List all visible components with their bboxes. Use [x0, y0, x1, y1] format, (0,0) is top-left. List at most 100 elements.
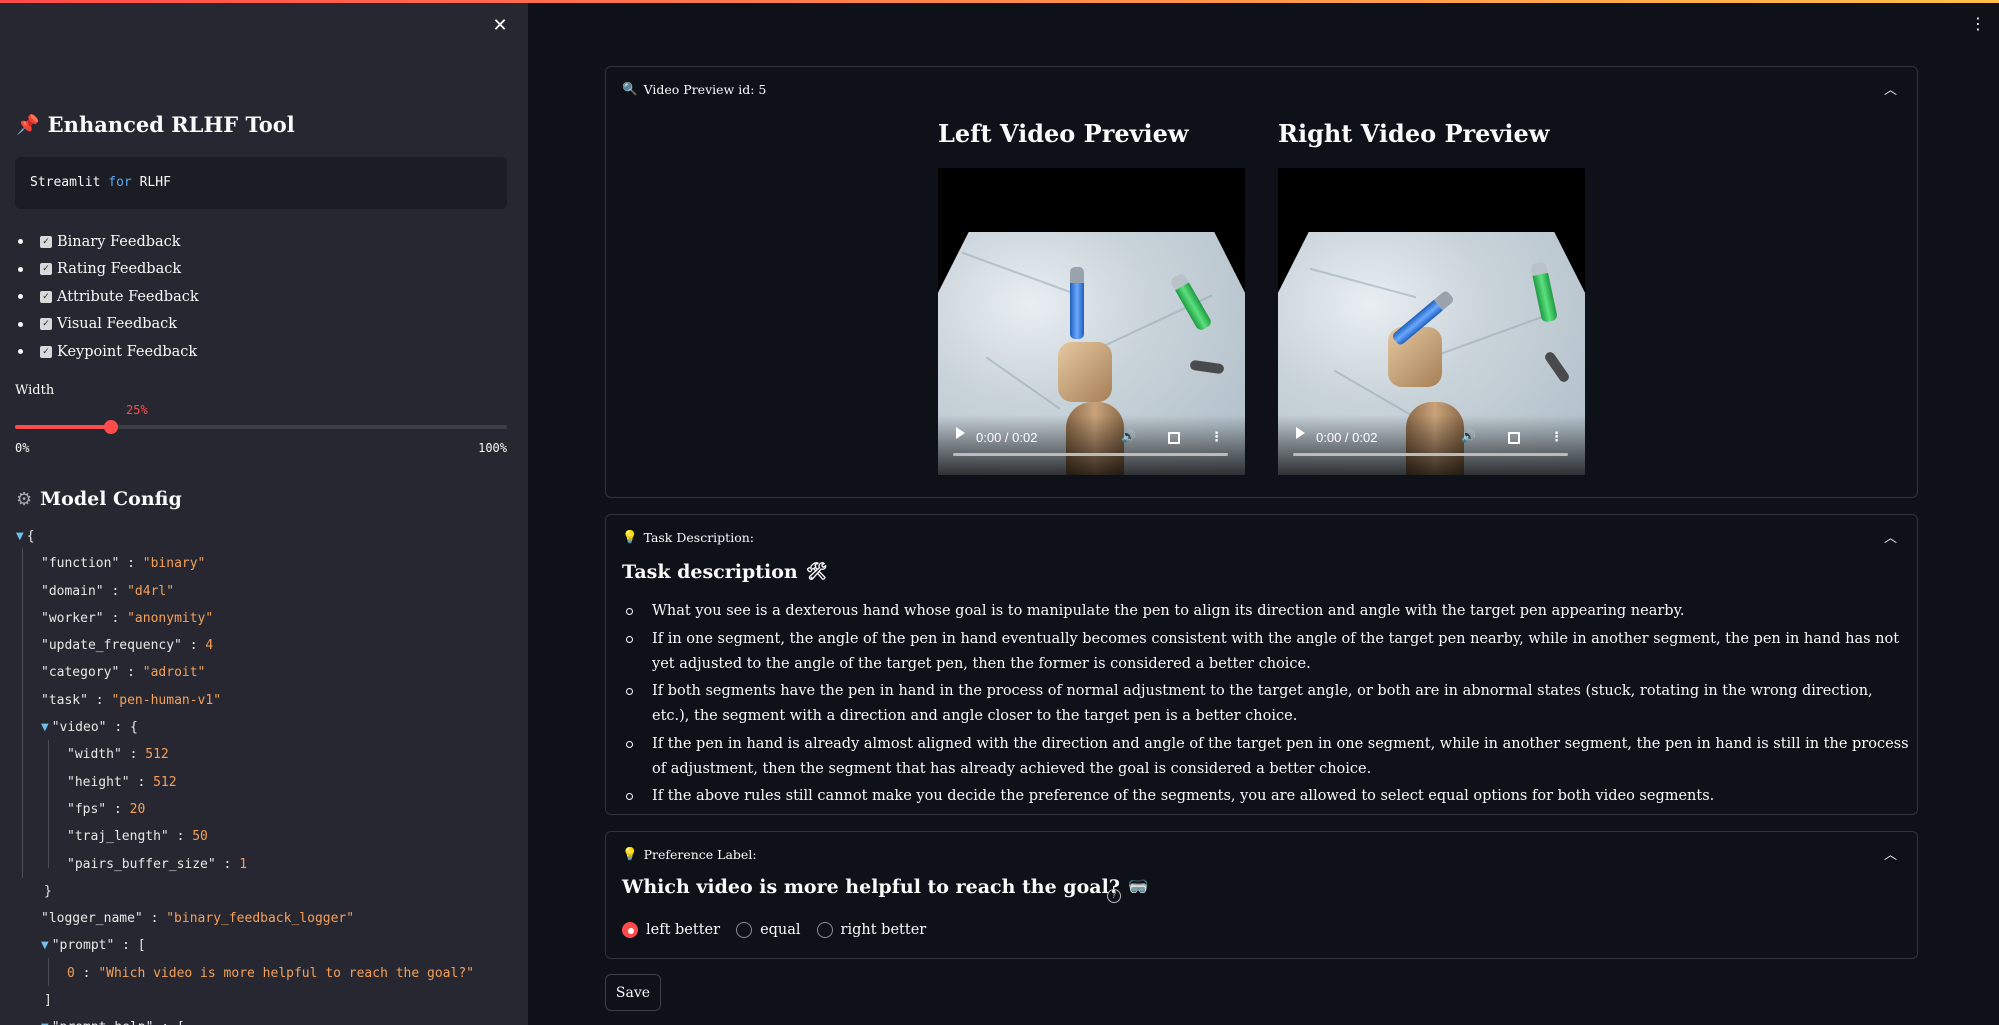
code-keyword: for	[108, 175, 132, 190]
collapse-triangle-icon[interactable]: ▼	[41, 1014, 49, 1025]
pref-panel-header-text: Preference Label:	[643, 846, 757, 862]
json-line: "category" : "adroit"	[41, 665, 206, 681]
fullscreen-icon[interactable]	[1168, 432, 1180, 444]
radio-right-better[interactable]: right better	[816, 922, 926, 938]
json-line: ▼ "prompt" : [	[16, 932, 474, 959]
fullscreen-icon[interactable]	[1508, 432, 1520, 444]
task-title: Task description 🛠	[622, 561, 827, 583]
checkbox[interactable]: ✓	[40, 290, 52, 303]
task-rule-item: If the pen in hand is already almost ali…	[624, 732, 1912, 782]
question-circle-icon[interactable]: ?	[1107, 889, 1121, 903]
json-line: ]	[44, 993, 52, 1009]
feature-label: Binary Feedback	[57, 233, 181, 250]
checkbox[interactable]: ✓	[40, 318, 52, 331]
width-slider-fill	[15, 425, 111, 429]
video-panel-header[interactable]: 🔍 Video Preview id: 5	[622, 81, 766, 97]
lightbulb-icon: 💡	[622, 846, 638, 861]
volume-icon[interactable]: 🔊	[1461, 429, 1476, 443]
json-line: }	[44, 883, 52, 899]
radio-button[interactable]	[736, 922, 753, 938]
chevron-up-icon[interactable]: ︿	[1884, 844, 1897, 863]
pen-shadow	[1189, 359, 1225, 375]
checkbox[interactable]: ✓	[40, 263, 52, 276]
feature-item: ✓ Binary Feedback	[16, 228, 199, 256]
json-line: "logger_name" : "binary_feedback_logger"	[41, 911, 355, 927]
json-line: ▼{	[16, 523, 474, 550]
collapse-triangle-icon[interactable]: ▼	[41, 714, 49, 741]
task-rule-item: If both segments have the pen in hand in…	[624, 679, 1912, 729]
video-time: 0:00 / 0:02	[1316, 430, 1378, 445]
sidebar-title: 📌 Enhanced RLHF Tool	[16, 112, 295, 137]
feature-item: ✓ Keypoint Feedback	[16, 338, 199, 366]
sidebar-title-text: Enhanced RLHF Tool	[47, 112, 295, 137]
task-panel-header[interactable]: 💡 Task Description:	[622, 529, 754, 545]
json-line: ▼"prompt_help" : [	[16, 1014, 474, 1025]
feature-item: ✓ Rating Feedback	[16, 256, 199, 284]
task-panel-header-text: Task Description:	[643, 529, 754, 545]
width-slider-value: 25%	[126, 403, 148, 417]
radio-button[interactable]	[816, 922, 833, 938]
json-line: "fps" : 20	[67, 801, 146, 817]
collapse-triangle-icon[interactable]: ▼	[16, 523, 24, 550]
right-video-player[interactable]: 0:00 / 0:02 🔊 ⋮	[1278, 168, 1585, 475]
kebab-menu-icon[interactable]: ⋮	[1970, 13, 1986, 35]
video-controls: 0:00 / 0:02 🔊 ⋮	[1278, 415, 1585, 475]
video-progress-bar[interactable]	[1293, 453, 1568, 456]
volume-icon[interactable]: 🔊	[1121, 429, 1136, 443]
video-panel-header-text: Video Preview id: 5	[643, 81, 767, 97]
more-options-icon[interactable]: ⋮	[1210, 430, 1223, 445]
code-word: RLHF	[139, 175, 171, 190]
marble-vein	[961, 251, 1075, 295]
width-slider-thumb[interactable]	[103, 420, 118, 434]
bullet	[18, 321, 23, 327]
preference-radio-group: left better equal right better	[622, 922, 926, 938]
sidebar: ✕ 📌 Enhanced RLHF Tool Streamlit for RLH…	[0, 0, 528, 1025]
json-line: "function" : "binary"	[41, 556, 206, 572]
width-slider-max: 100%	[478, 441, 507, 455]
video-progress-bar[interactable]	[953, 453, 1228, 456]
feature-label: Keypoint Feedback	[57, 343, 198, 360]
more-options-icon[interactable]: ⋮	[1550, 430, 1563, 445]
task-description-panel: 💡 Task Description: ︿ Task description 🛠…	[605, 514, 1918, 815]
width-slider-min: 0%	[15, 441, 30, 455]
json-line: "pairs_buffer_size" : 1	[67, 856, 248, 872]
radio-button[interactable]	[622, 922, 638, 938]
play-icon[interactable]	[1296, 427, 1305, 439]
radio-equal[interactable]: equal	[736, 922, 801, 938]
left-video-title: Left Video Preview	[938, 119, 1189, 148]
json-line: "height" : 512	[67, 774, 177, 790]
task-rule-item: If in one segment, the angle of the pen …	[624, 627, 1912, 677]
pref-panel-header[interactable]: 💡 Preference Label:	[622, 846, 757, 862]
play-icon[interactable]	[956, 427, 965, 439]
magnifier-icon: 🔍	[622, 81, 638, 96]
json-line: "task" : "pen-human-v1"	[41, 692, 222, 708]
collapse-triangle-icon[interactable]: ▼	[41, 932, 49, 959]
json-line: "width" : 512	[67, 747, 169, 763]
bullet	[18, 294, 23, 300]
feature-label: Visual Feedback	[57, 316, 178, 333]
lightbulb-icon: 💡	[622, 529, 638, 544]
radio-label: equal	[760, 922, 801, 938]
task-rules-list: What you see is a dexterous hand whose g…	[624, 599, 1912, 812]
task-title-text: Task description	[622, 561, 798, 583]
save-button[interactable]: Save	[605, 974, 661, 1011]
chevron-up-icon[interactable]: ︿	[1884, 79, 1897, 98]
preference-question-text: Which video is more helpful to reach the…	[622, 876, 1120, 898]
radio-left-better[interactable]: left better	[622, 922, 720, 938]
bullet	[18, 266, 23, 272]
task-rule-item: What you see is a dexterous hand whose g…	[624, 599, 1912, 624]
json-line: ▼ "video" : {	[16, 714, 474, 741]
target-pen	[1169, 272, 1213, 332]
chevron-up-icon[interactable]: ︿	[1884, 527, 1897, 546]
video-controls: 0:00 / 0:02 🔊 ⋮	[938, 415, 1245, 475]
bullet	[18, 239, 23, 245]
marble-vein	[985, 356, 1061, 410]
checkbox[interactable]: ✓	[40, 345, 52, 358]
feature-label: Rating Feedback	[57, 261, 182, 278]
pushpin-icon: 📌	[16, 114, 40, 136]
left-video-player[interactable]: 0:00 / 0:02 🔊 ⋮	[938, 168, 1245, 475]
checkbox[interactable]: ✓	[40, 235, 52, 248]
right-video-title: Right Video Preview	[1278, 119, 1550, 148]
model-config-heading: ⚙ Model Config	[16, 488, 182, 510]
close-icon[interactable]: ✕	[488, 14, 512, 38]
